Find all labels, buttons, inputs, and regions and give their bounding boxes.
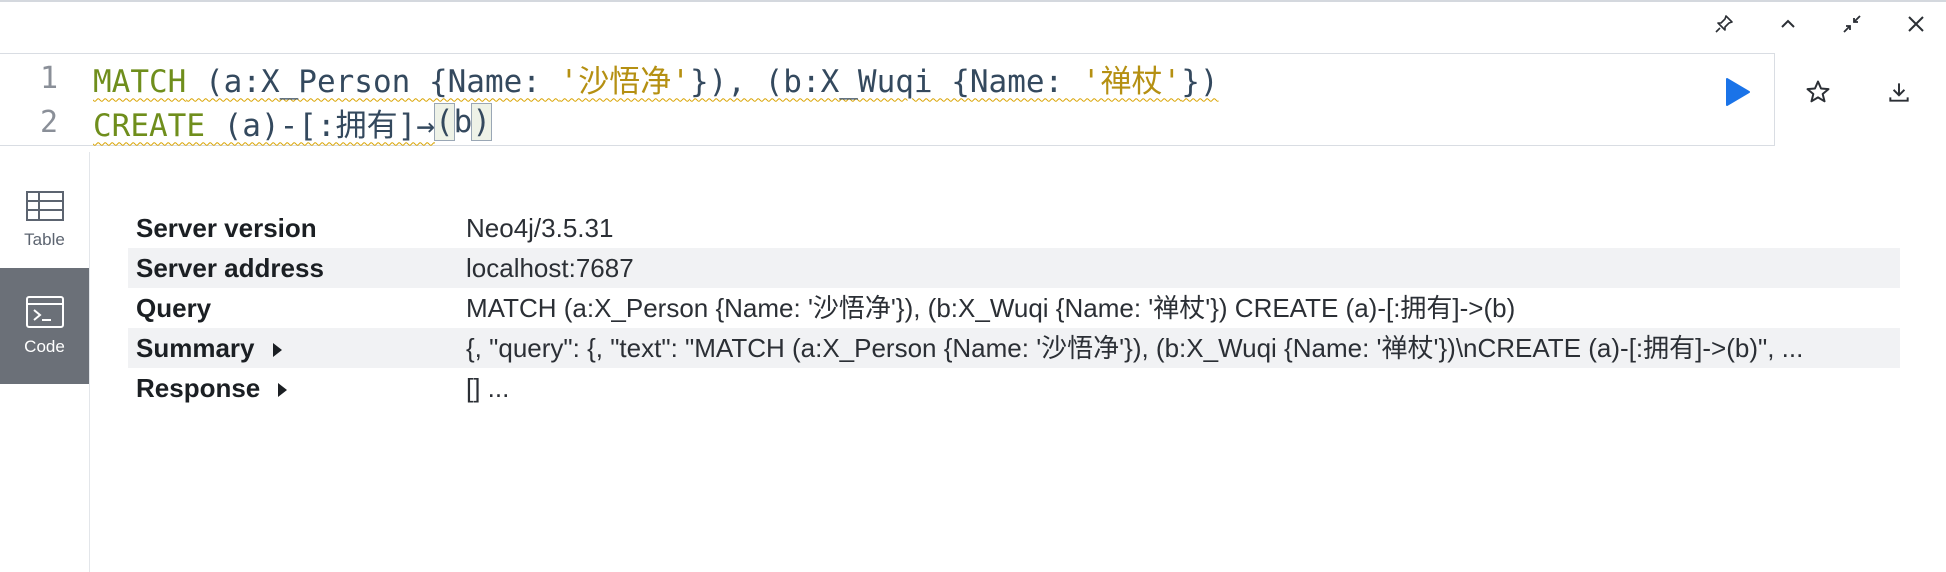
row-value: {, "query": {, "text": "MATCH (a:X_Perso… — [466, 333, 1804, 363]
row-value: [] ... — [466, 373, 510, 403]
editor-line-2[interactable]: 2 CREATE (a)-[:拥有]→(b) — [0, 100, 492, 144]
query-summary-table: Server version Neo4j/3.5.31 Server addre… — [128, 208, 1900, 408]
summary-expander[interactable]: Summary — [128, 328, 466, 368]
editor-line-1[interactable]: 1 MATCH (a:X_Person {Name: '沙悟净'}), (b:X_… — [0, 56, 1219, 100]
row-value: Neo4j/3.5.31 — [466, 213, 614, 243]
favorite-button[interactable] — [1793, 62, 1843, 122]
table-row: Query MATCH (a:X_Person {Name: '沙悟净'}), … — [128, 288, 1900, 328]
table-icon — [25, 191, 64, 221]
download-icon — [1889, 83, 1909, 102]
string-literal: '沙悟净' — [559, 63, 690, 100]
response-expander[interactable]: Response — [128, 368, 466, 408]
chevron-up-icon[interactable] — [1776, 12, 1800, 36]
play-icon — [1726, 78, 1750, 106]
table-row: Summary {, "query": {, "text": "MATCH (a… — [128, 328, 1900, 368]
table-row: Server version Neo4j/3.5.31 — [128, 208, 1900, 248]
top-border — [0, 0, 1946, 2]
row-key: Summary — [136, 333, 255, 363]
star-icon — [1806, 80, 1830, 103]
row-key: Query — [136, 293, 212, 323]
code-text: (a)-[:拥有]→ — [204, 107, 435, 144]
line-number: 1 — [39, 60, 58, 96]
matching-bracket: ) — [471, 103, 492, 141]
caret-right-icon — [278, 383, 288, 397]
download-button[interactable] — [1874, 62, 1924, 122]
code-text: }) — [1181, 63, 1219, 100]
shrink-icon[interactable] — [1840, 12, 1864, 36]
code-view-button[interactable]: Code — [0, 268, 89, 384]
line-number: 2 — [39, 104, 58, 140]
row-key: Server version — [136, 213, 317, 243]
row-key: Response — [136, 373, 261, 403]
keyword: CREATE — [93, 107, 205, 144]
code-text: (a:X_Person {Name: — [186, 63, 560, 100]
row-value: MATCH (a:X_Person {Name: '沙悟净'}), (b:X_W… — [466, 293, 1516, 323]
row-value: localhost:7687 — [466, 253, 634, 283]
pin-icon[interactable] — [1712, 12, 1736, 36]
query-editor[interactable]: 1 MATCH (a:X_Person {Name: '沙悟净'}), (b:X_… — [0, 53, 1775, 146]
table-row: Server address localhost:7687 — [128, 248, 1900, 288]
close-icon[interactable] — [1904, 12, 1928, 36]
code-view-label: Code — [24, 337, 65, 356]
string-literal: '禅杖' — [1081, 63, 1182, 100]
matching-bracket: ( — [433, 103, 455, 141]
run-button[interactable] — [1712, 62, 1762, 122]
code-text: b — [453, 104, 473, 140]
table-view-label: Table — [24, 230, 65, 249]
caret-right-icon — [272, 343, 282, 357]
terminal-icon — [25, 296, 64, 328]
result-view-sidebar: Table Code — [0, 152, 90, 572]
code-text: }), (b:X_Wuqi {Name: — [689, 63, 1082, 100]
table-row: Response [] ... — [128, 368, 1900, 408]
keyword: MATCH — [93, 63, 187, 100]
row-key: Server address — [136, 253, 324, 283]
table-view-button[interactable]: Table — [0, 162, 89, 278]
